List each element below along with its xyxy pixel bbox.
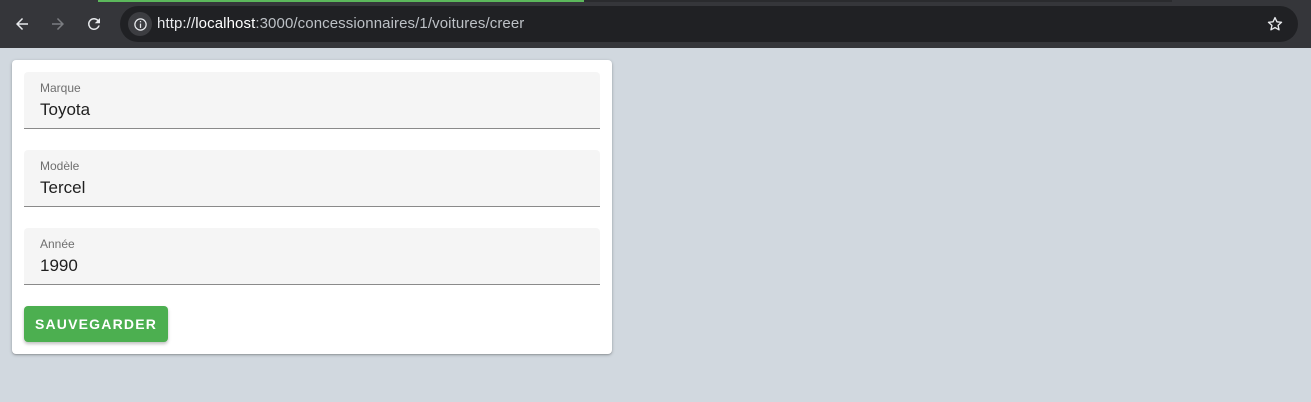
brand-label: Marque <box>40 81 81 95</box>
page-load-progress <box>98 0 584 2</box>
reload-icon[interactable] <box>82 12 106 36</box>
site-info-icon[interactable] <box>128 12 152 36</box>
year-label: Année <box>40 237 75 251</box>
back-icon[interactable] <box>10 12 34 36</box>
model-field[interactable]: Modèle <box>24 150 600 207</box>
forward-icon[interactable] <box>46 12 70 36</box>
url-path: :3000/concessionnaires/1/voitures/creer <box>255 15 525 32</box>
tabstrip-edge <box>584 0 1172 2</box>
year-input[interactable] <box>40 254 580 278</box>
car-form-card: Marque Modèle Année SAUVEGARDER <box>12 60 612 354</box>
url-prefix: http:// <box>157 15 196 32</box>
bookmark-star-icon[interactable] <box>1266 15 1284 33</box>
brand-input[interactable] <box>40 98 580 122</box>
address-bar[interactable]: http://localhost:3000/concessionnaires/1… <box>120 6 1298 42</box>
url-text[interactable]: http://localhost:3000/concessionnaires/1… <box>157 15 524 32</box>
browser-toolbar: http://localhost:3000/concessionnaires/1… <box>0 0 1311 48</box>
url-host: localhost <box>195 15 256 32</box>
model-input[interactable] <box>40 176 580 200</box>
brand-field[interactable]: Marque <box>24 72 600 129</box>
year-field[interactable]: Année <box>24 228 600 285</box>
save-button[interactable]: SAUVEGARDER <box>24 306 168 342</box>
model-label: Modèle <box>40 159 80 173</box>
